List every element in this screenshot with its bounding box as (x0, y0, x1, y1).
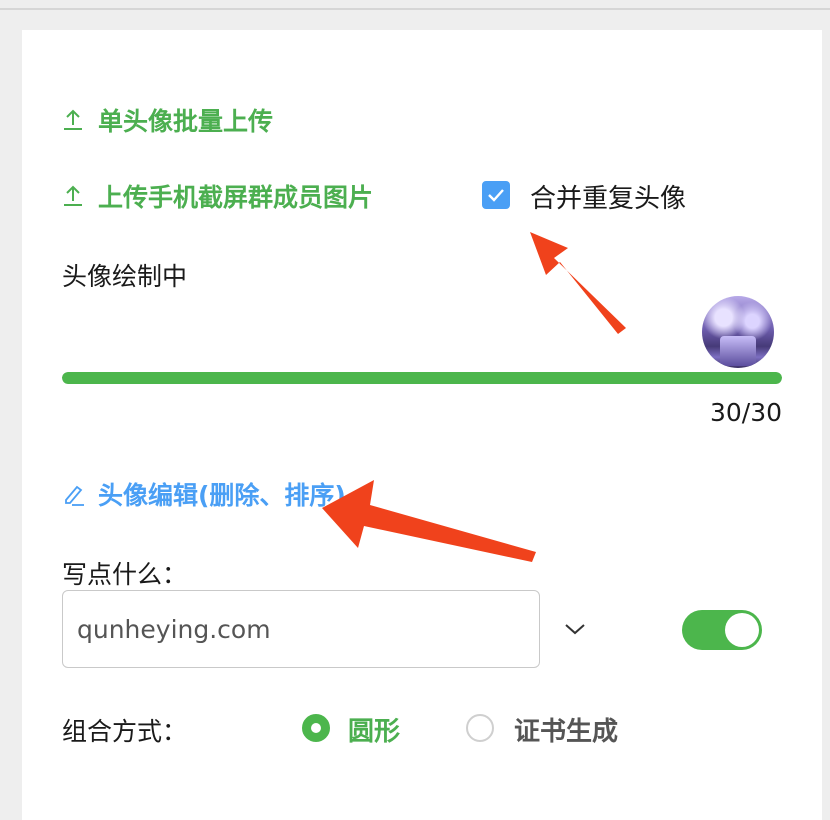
toggle-knob (725, 613, 759, 647)
progress-bar-fill (62, 372, 782, 384)
progress-bar (62, 372, 782, 384)
write-something-label: 写点什么： (62, 560, 188, 589)
screenshot-upload-link[interactable]: 上传手机截屏群成员图片 (62, 178, 373, 214)
custom-text-input[interactable] (62, 590, 540, 668)
text-toggle-switch[interactable] (682, 610, 762, 650)
settings-panel: 单头像批量上传 上传手机截屏群成员图片 合并重复头像 头像绘制中 30/30 头… (22, 30, 822, 820)
upload-icon (62, 107, 84, 133)
avatar-preview (702, 296, 774, 368)
radio-certificate-label[interactable]: 证书生成 (514, 711, 618, 748)
chevron-down-icon[interactable] (562, 620, 588, 638)
merge-duplicates-label: 合并重复头像 (530, 184, 687, 214)
check-icon (488, 189, 504, 202)
screenshot-upload-label: 上传手机截屏群成员图片 (98, 183, 374, 212)
edit-pencil-icon (62, 482, 86, 506)
upload-icon (62, 183, 84, 209)
avatar-edit-label: 头像编辑(删除、排序) (98, 481, 346, 510)
single-upload-label: 单头像批量上传 (98, 107, 274, 136)
radio-circle-label[interactable]: 圆形 (348, 711, 400, 748)
radio-certificate[interactable] (466, 714, 494, 742)
drawing-status-text: 头像绘制中 (62, 262, 188, 291)
top-divider (0, 8, 830, 10)
combination-mode-label: 组合方式： (62, 717, 188, 746)
merge-duplicates-checkbox[interactable] (482, 181, 510, 209)
progress-count: 30/30 (709, 398, 782, 427)
single-upload-link[interactable]: 单头像批量上传 (62, 102, 273, 138)
radio-circle[interactable] (302, 714, 330, 742)
avatar-edit-link[interactable]: 头像编辑(删除、排序) (62, 476, 346, 512)
